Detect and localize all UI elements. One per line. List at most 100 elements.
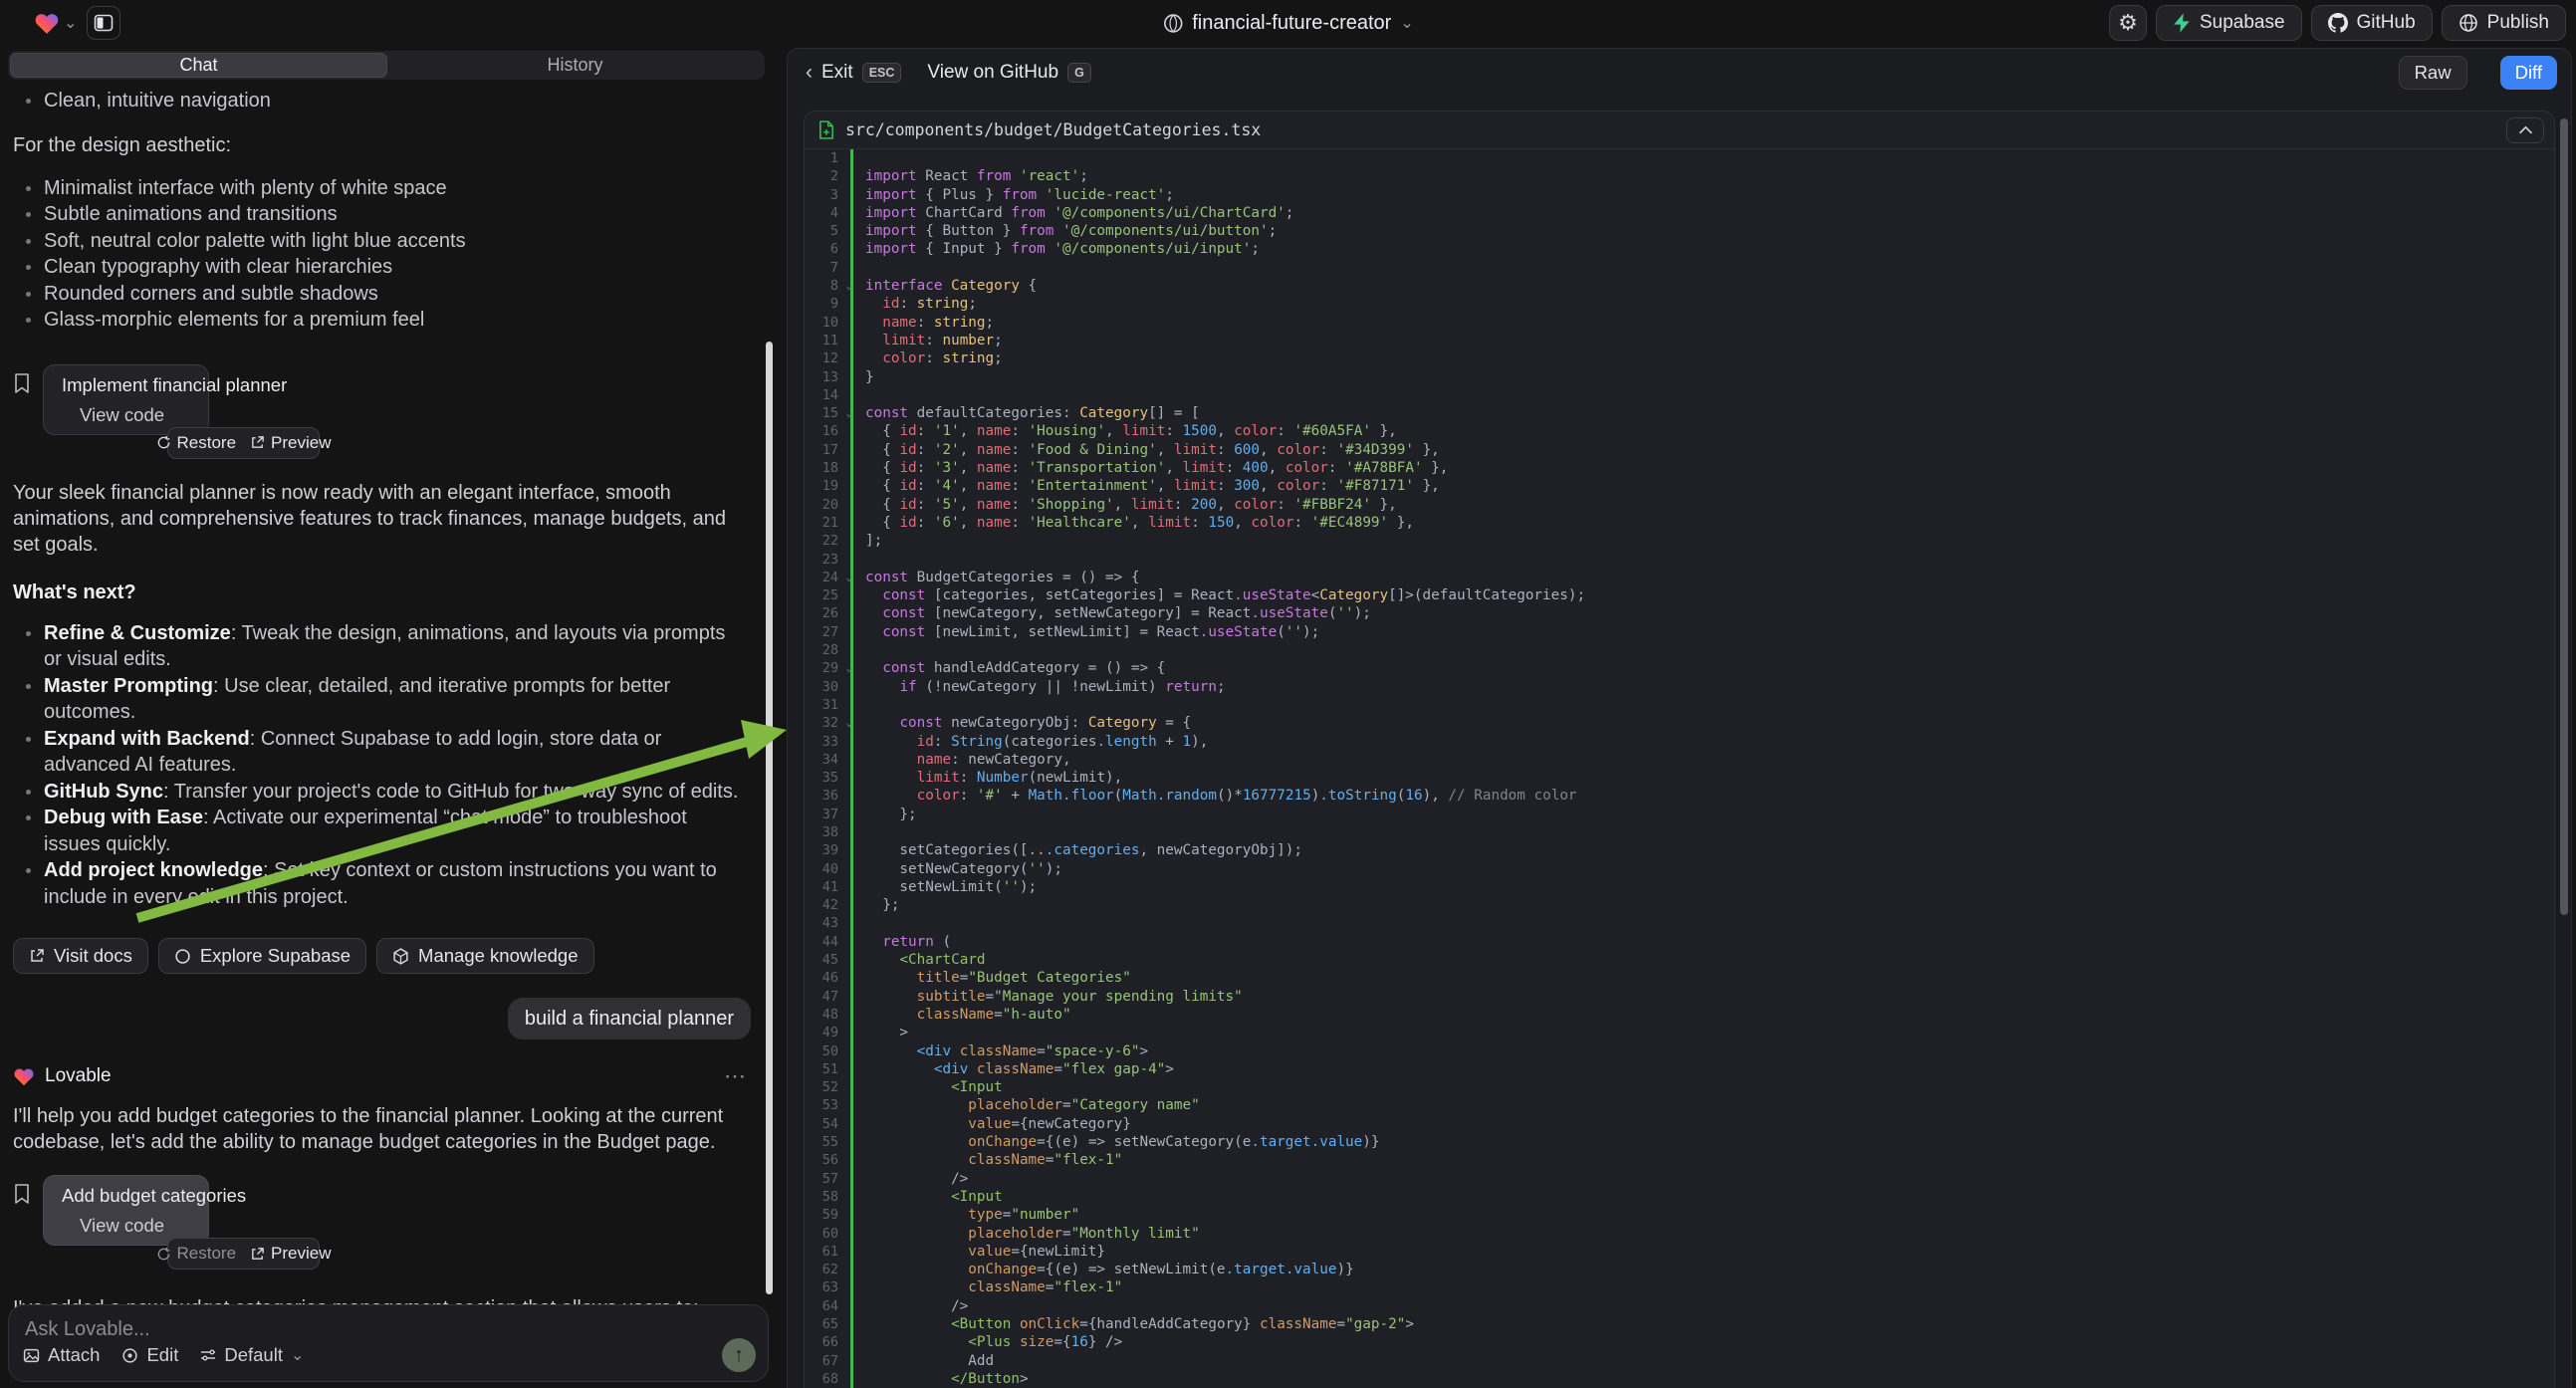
restore-button[interactable]: Restore bbox=[156, 433, 237, 453]
supabase-outline-icon bbox=[174, 948, 191, 965]
code-line: 41 setNewLimit(''); bbox=[805, 878, 2554, 896]
user-message: build a financial planner bbox=[508, 998, 751, 1040]
file-card: src/components/budget/BudgetCategories.t… bbox=[804, 111, 2555, 1388]
preview-button[interactable]: Preview bbox=[250, 433, 331, 453]
code-line: 40 setNewCategory(''); bbox=[805, 860, 2554, 878]
external-link-icon bbox=[250, 1247, 265, 1262]
attach-button[interactable]: Attach bbox=[23, 1344, 100, 1366]
fold-chevron-icon[interactable]: ⌄ bbox=[845, 569, 852, 586]
project-switcher[interactable]: financial-future-creator ⌄ bbox=[1162, 0, 1414, 46]
code-line: 8⌄interface Category { bbox=[805, 277, 2554, 295]
lovable-logo-menu[interactable]: ⌄ bbox=[34, 11, 77, 35]
code-viewer-panel: ‹ Exit ESC View on GitHub G Raw Diff src… bbox=[787, 48, 2572, 1388]
code-scrollbar-thumb[interactable] bbox=[2560, 118, 2568, 915]
code-line: 33 id: String(categories.length + 1), bbox=[805, 733, 2554, 751]
code-line: 14​ bbox=[805, 386, 2554, 404]
project-name: financial-future-creator bbox=[1192, 12, 1391, 35]
whats-next-heading: What's next? bbox=[13, 581, 751, 604]
view-code-link[interactable]: View code bbox=[80, 1215, 198, 1237]
tab-history[interactable]: History bbox=[387, 53, 763, 78]
settings-button[interactable]: ⚙ bbox=[2109, 5, 2147, 41]
code-line: 28​ bbox=[805, 641, 2554, 659]
list-item: Refine & Customize: Tweak the design, an… bbox=[13, 620, 748, 673]
mode-selector[interactable]: Default ⌄ bbox=[200, 1344, 304, 1366]
file-header[interactable]: src/components/budget/BudgetCategories.t… bbox=[805, 112, 2554, 149]
chat-messages: Clean, intuitive navigation For the desi… bbox=[0, 82, 785, 1348]
github-button[interactable]: GitHub bbox=[2311, 5, 2433, 41]
collapse-file-button[interactable] bbox=[2506, 117, 2544, 143]
whats-next-list: Refine & Customize: Tweak the design, an… bbox=[13, 620, 751, 911]
restore-icon bbox=[156, 1247, 171, 1262]
view-on-github-button[interactable]: View on GitHub G bbox=[927, 62, 1090, 84]
code-line: 32⌄ const newCategoryObj: Category = { bbox=[805, 714, 2554, 732]
fold-chevron-icon[interactable]: ⌄ bbox=[845, 404, 852, 422]
chat-scrollbar-thumb[interactable] bbox=[766, 342, 773, 1294]
supabase-button[interactable]: Supabase bbox=[2156, 5, 2302, 41]
sidebar-toggle-button[interactable] bbox=[87, 6, 120, 40]
code-line: 31​ bbox=[805, 696, 2554, 714]
design-bullet-list: Minimalist interface with plenty of whit… bbox=[13, 175, 751, 334]
code-line: 52 <Input bbox=[805, 1078, 2554, 1096]
code-line: 29⌄ const handleAddCategory = () => { bbox=[805, 659, 2554, 677]
version-card-implement-financial-planner[interactable]: Implement financial planner View code bbox=[43, 364, 209, 435]
target-icon bbox=[121, 1347, 138, 1364]
raw-toggle-button[interactable]: Raw bbox=[2399, 56, 2467, 90]
diff-toggle-button[interactable]: Diff bbox=[2500, 56, 2557, 90]
code-line: 6import { Input } from '@/components/ui/… bbox=[805, 240, 2554, 258]
chevron-down-icon: ⌄ bbox=[64, 13, 77, 33]
bookmark-icon bbox=[13, 1183, 31, 1205]
code-line: 2import React from 'react'; bbox=[805, 167, 2554, 185]
visit-docs-button[interactable]: Visit docs bbox=[13, 938, 148, 974]
list-item: Glass-morphic elements for a premium fee… bbox=[13, 307, 748, 334]
code-line: 19 { id: '4', name: 'Entertainment', lim… bbox=[805, 477, 2554, 495]
fold-chevron-icon[interactable]: ⌄ bbox=[845, 659, 852, 677]
code-editor[interactable]: 1​2import React from 'react';3import { P… bbox=[805, 149, 2554, 1388]
added-file-icon bbox=[819, 120, 834, 139]
code-line: 44 return ( bbox=[805, 933, 2554, 951]
fold-chevron-icon[interactable]: ⌄ bbox=[845, 714, 852, 732]
image-icon bbox=[23, 1347, 40, 1364]
code-line: 4import ChartCard from '@/components/ui/… bbox=[805, 204, 2554, 222]
exit-button[interactable]: ‹ Exit ESC bbox=[806, 61, 901, 85]
edit-button[interactable]: Edit bbox=[121, 1344, 178, 1366]
code-line: 15⌄const defaultCategories: Category[] =… bbox=[805, 404, 2554, 422]
code-line: 55 onChange={(e) => setNewCategory(e.tar… bbox=[805, 1133, 2554, 1151]
tab-chat[interactable]: Chat bbox=[10, 53, 387, 78]
code-line: 26 const [newCategory, setNewCategory] =… bbox=[805, 604, 2554, 622]
publish-button[interactable]: Publish bbox=[2442, 5, 2566, 41]
chat-tabs: Chat History bbox=[8, 51, 765, 80]
chat-panel: Chat History Clean, intuitive navigation… bbox=[0, 46, 785, 1388]
code-line: 24⌄const BudgetCategories = () => { bbox=[805, 569, 2554, 586]
project-icon bbox=[1162, 13, 1183, 34]
code-line: 66 <Plus size={16} /> bbox=[805, 1333, 2554, 1351]
chevron-down-icon: ⌄ bbox=[1400, 13, 1413, 33]
manage-knowledge-button[interactable]: Manage knowledge bbox=[376, 938, 593, 974]
chevron-left-icon: ‹ bbox=[806, 61, 813, 85]
version-card-add-budget-categories[interactable]: Add budget categories View code bbox=[43, 1175, 209, 1246]
chevron-up-icon bbox=[2519, 125, 2532, 134]
code-line: 20 { id: '5', name: 'Shopping', limit: 2… bbox=[805, 496, 2554, 514]
fold-chevron-icon[interactable]: ⌄ bbox=[845, 277, 852, 295]
external-link-icon bbox=[29, 948, 45, 964]
gear-icon: ⚙ bbox=[2118, 10, 2138, 36]
sidebar-toggle-icon bbox=[94, 13, 114, 33]
send-button[interactable]: ↑ bbox=[722, 1338, 756, 1372]
message-options-button[interactable]: ⋯ bbox=[724, 1063, 748, 1089]
code-line: 21 { id: '6', name: 'Healthcare', limit:… bbox=[805, 514, 2554, 532]
code-line: 1​ bbox=[805, 149, 2554, 167]
code-line: 38​ bbox=[805, 823, 2554, 841]
restore-preview-pill: Restore Preview bbox=[167, 427, 320, 459]
code-line: 67 Add bbox=[805, 1352, 2554, 1370]
top-bar: ⌄ financial-future-creator ⌄ ⚙ Supabase bbox=[0, 0, 2576, 46]
preview-button[interactable]: Preview bbox=[250, 1244, 331, 1264]
restore-button[interactable]: Restore bbox=[156, 1244, 237, 1264]
code-line: 43​ bbox=[805, 914, 2554, 932]
github-icon bbox=[2328, 13, 2348, 33]
esc-key-hint: ESC bbox=[862, 63, 902, 83]
code-line: 68 </Button> bbox=[805, 1370, 2554, 1388]
explore-supabase-button[interactable]: Explore Supabase bbox=[158, 938, 366, 974]
code-line: 65 <Button onClick={handleAddCategory} c… bbox=[805, 1315, 2554, 1333]
code-line: 59 type="number" bbox=[805, 1206, 2554, 1224]
chat-input[interactable]: Ask Lovable... Attach Edit bbox=[8, 1304, 769, 1382]
view-code-link[interactable]: View code bbox=[80, 404, 198, 426]
